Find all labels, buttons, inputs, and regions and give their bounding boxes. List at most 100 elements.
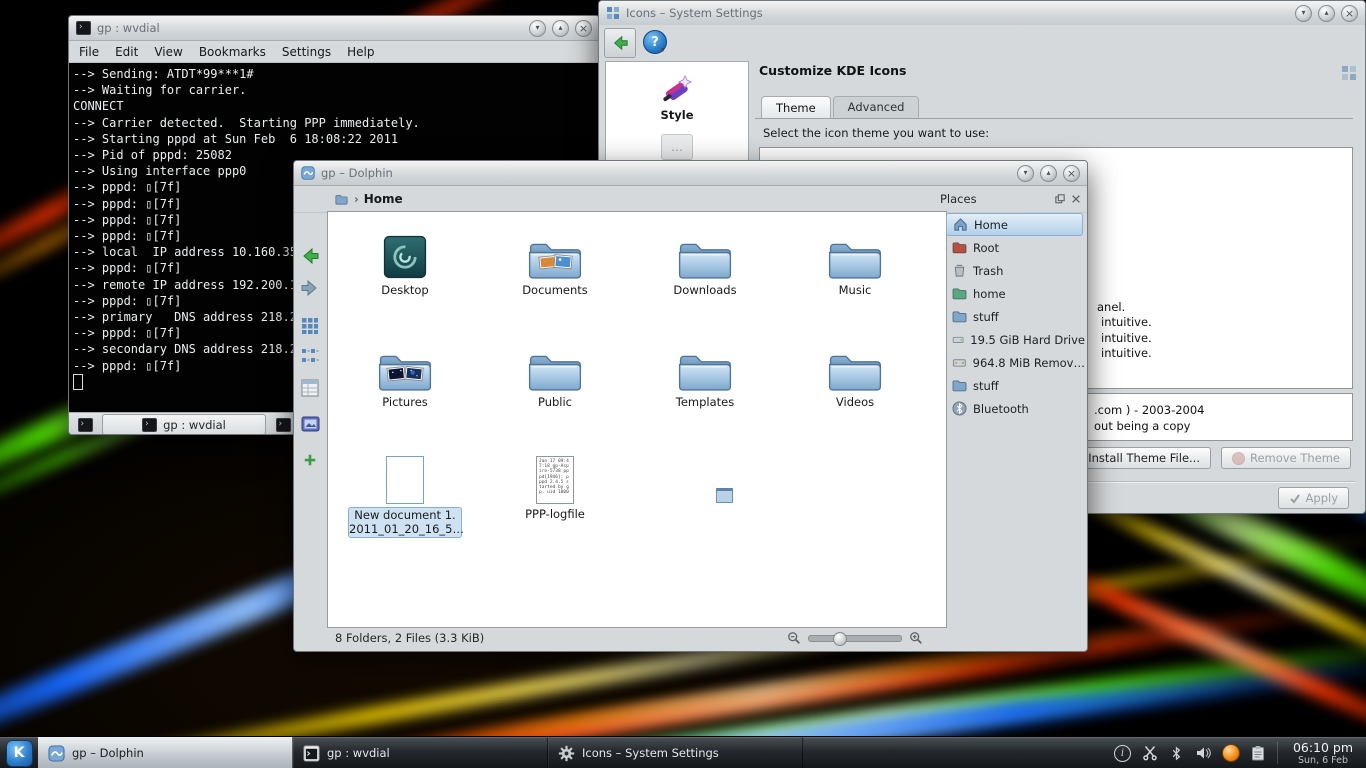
menu-view[interactable]: View <box>146 45 190 59</box>
file-item-ppp-logfile[interactable]: Jan 17 09:47:18 gp-Aspire-5738 pppd[1946… <box>480 442 630 554</box>
menu-file[interactable]: File <box>71 45 107 59</box>
breadcrumb-home[interactable]: Home <box>364 192 403 206</box>
taskbar: gp – Dolphin gp : wvdial Icons <box>0 736 1366 768</box>
folder-item-templates[interactable]: Templates <box>630 330 780 442</box>
apply-button[interactable]: Apply <box>1278 487 1349 509</box>
file-label-line1: New document 1. <box>349 509 461 523</box>
split-view-button[interactable] <box>297 447 323 473</box>
tab-advanced[interactable]: Advanced <box>833 96 920 118</box>
menu-settings[interactable]: Settings <box>274 45 339 59</box>
category-style[interactable]: Style <box>606 62 748 122</box>
clock[interactable]: 06:10 pm Sun, 6 Feb <box>1280 737 1366 768</box>
menubar: File Edit View Bookmarks Settings Help <box>69 41 599 63</box>
places-item-home[interactable]: Home <box>946 213 1083 236</box>
folder-item-documents[interactable]: Documents <box>480 218 630 330</box>
forward-button[interactable] <box>297 275 323 301</box>
klipper-scissors-icon[interactable] <box>1142 745 1158 761</box>
folder-item-music[interactable]: Music <box>780 218 930 330</box>
places-item-hard-drive[interactable]: 19.5 GiB Hard Drive <box>944 328 1085 351</box>
terminal-cursor <box>73 374 83 390</box>
details-view-icon <box>301 379 319 397</box>
maximize-button[interactable] <box>1318 5 1335 22</box>
back-button[interactable] <box>604 28 636 58</box>
places-item-trash[interactable]: Trash <box>944 259 1085 282</box>
folder-item-videos[interactable]: Videos <box>780 330 930 442</box>
tab-pane-border <box>755 118 1353 119</box>
item-label: Documents <box>522 283 588 297</box>
close-button[interactable] <box>1341 5 1358 22</box>
details-view-button[interactable] <box>297 375 323 401</box>
tray-separator <box>1277 742 1278 764</box>
split-tab-button[interactable] <box>272 416 294 434</box>
task-label: Icons – System Settings <box>582 746 719 760</box>
float-panel-icon[interactable] <box>1055 194 1065 204</box>
page-title: Customize KDE Icons <box>759 63 906 78</box>
theme-description-fragment: intuitive. <box>1101 315 1152 329</box>
task-system-settings[interactable]: Icons – System Settings <box>548 737 803 768</box>
file-item-new-document[interactable]: New document 1. 2011_01_20_16_5… <box>330 442 480 554</box>
close-panel-icon[interactable] <box>1071 194 1081 204</box>
documents-folder-icon <box>526 218 584 280</box>
instruction-text: Select the icon theme you want to use: <box>763 126 989 140</box>
places-item-stuff[interactable]: stuff <box>944 305 1085 328</box>
places-item-stuff2[interactable]: stuff <box>944 374 1085 397</box>
maximize-button[interactable] <box>1040 165 1057 182</box>
zoom-control <box>787 631 923 645</box>
remove-theme-button[interactable]: Remove Theme <box>1221 447 1351 469</box>
zoom-out-icon[interactable] <box>787 631 801 645</box>
folder-item-pictures[interactable]: Pictures <box>330 330 480 442</box>
minimize-button[interactable] <box>1017 165 1034 182</box>
places-item-root[interactable]: Root <box>944 236 1085 259</box>
status-text: 8 Folders, 2 Files (3.3 KiB) <box>335 631 787 645</box>
konsole-titlebar[interactable]: gp : wvdial <box>69 16 599 41</box>
menu-help[interactable]: Help <box>339 45 382 59</box>
dolphin-titlebar[interactable]: gp – Dolphin <box>294 161 1087 186</box>
close-button[interactable] <box>1063 165 1080 182</box>
breadcrumb[interactable]: Home <box>294 192 934 206</box>
chevron-right-icon <box>354 192 359 206</box>
folder-view[interactable]: Desktop Documents Downloads Music <box>327 211 947 628</box>
places-item-bluetooth[interactable]: Bluetooth <box>944 397 1085 420</box>
tab-wvdial[interactable]: gp : wvdial <box>102 414 266 435</box>
updates-orb-icon[interactable] <box>1222 744 1240 762</box>
clipboard-notes-icon[interactable] <box>1251 745 1265 761</box>
zoom-slider-handle[interactable] <box>833 632 847 646</box>
places-label: Trash <box>973 264 1003 278</box>
compact-view-button[interactable] <box>297 343 323 369</box>
minimize-button[interactable] <box>1295 5 1312 22</box>
toolbar <box>599 25 1365 59</box>
menu-bookmarks[interactable]: Bookmarks <box>191 45 274 59</box>
folder-item-desktop[interactable]: Desktop <box>330 218 480 330</box>
notifications-icon[interactable] <box>1114 745 1131 762</box>
zoom-in-icon[interactable] <box>909 631 923 645</box>
back-button[interactable] <box>297 243 323 269</box>
icons-view-button[interactable] <box>297 313 323 339</box>
places-item-home-folder[interactable]: home <box>944 282 1085 305</box>
terminal-icon <box>78 418 93 432</box>
minimize-button[interactable] <box>529 20 546 37</box>
system-settings-titlebar[interactable]: Icons – System Settings <box>599 1 1365 26</box>
kde-menu-button[interactable] <box>0 737 38 768</box>
task-dolphin[interactable]: gp – Dolphin <box>38 737 293 768</box>
menu-edit[interactable]: Edit <box>107 45 146 59</box>
chevron-down-icon[interactable] <box>661 45 665 54</box>
zoom-slider[interactable] <box>808 635 902 642</box>
task-label: gp – Dolphin <box>72 746 144 760</box>
places-item-removable-drive[interactable]: 964.8 MiB Remov… <box>944 351 1085 374</box>
preview-button[interactable] <box>297 411 323 437</box>
tab-theme[interactable]: Theme <box>761 96 831 119</box>
item-label: Pictures <box>382 395 428 409</box>
folder-icon <box>826 330 884 392</box>
theme-description-fragment: intuitive. <box>1101 331 1152 345</box>
desktop-folder-icon <box>379 218 431 280</box>
close-button[interactable] <box>575 20 592 37</box>
task-wvdial[interactable]: gp : wvdial <box>293 737 548 768</box>
bluetooth-icon[interactable] <box>1169 746 1184 761</box>
folder-item-downloads[interactable]: Downloads <box>630 218 780 330</box>
removable-drive-icon <box>952 355 967 370</box>
new-tab-button[interactable] <box>74 416 96 434</box>
maximize-button[interactable] <box>552 20 569 37</box>
overview-grid-icon[interactable] <box>1341 65 1357 81</box>
folder-item-public[interactable]: Public <box>480 330 630 442</box>
volume-icon[interactable] <box>1195 745 1211 761</box>
